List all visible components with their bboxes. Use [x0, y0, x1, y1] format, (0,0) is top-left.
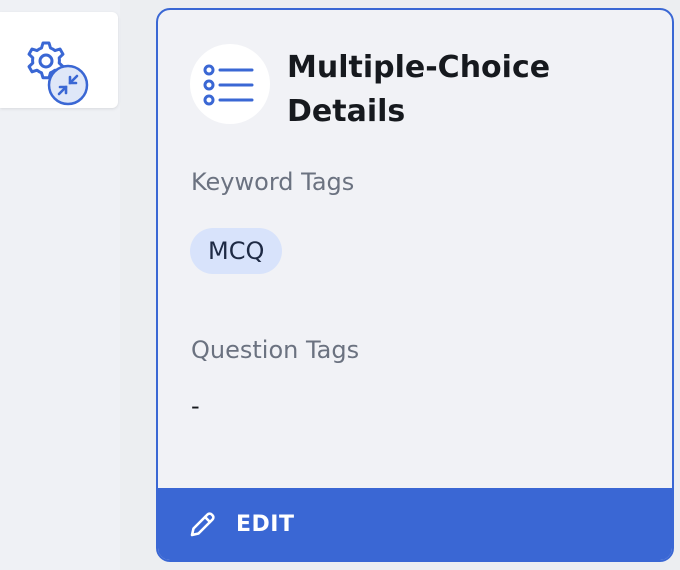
card-icon-badge — [190, 44, 270, 124]
edit-button[interactable]: EDIT — [188, 506, 294, 542]
keyword-tag-chip: MCQ — [190, 228, 283, 274]
edit-button-label: EDIT — [236, 511, 295, 537]
settings-collapse-icon[interactable] — [20, 40, 90, 110]
left-panel — [0, 0, 120, 570]
settings-tile[interactable] — [0, 12, 118, 108]
question-tags-label: Question Tags — [191, 336, 360, 364]
card-footer: EDIT — [158, 488, 672, 560]
list-options-icon — [203, 64, 254, 106]
keyword-tags-label: Keyword Tags — [191, 168, 355, 196]
pencil-icon — [190, 512, 215, 537]
question-tags-value: - — [191, 392, 200, 420]
multiple-choice-card: Multiple-Choice Details Keyword Tags MCQ… — [156, 8, 674, 562]
card-title: Multiple-Choice Details — [287, 50, 551, 129]
page: Multiple-Choice Details Keyword Tags MCQ… — [0, 0, 680, 570]
